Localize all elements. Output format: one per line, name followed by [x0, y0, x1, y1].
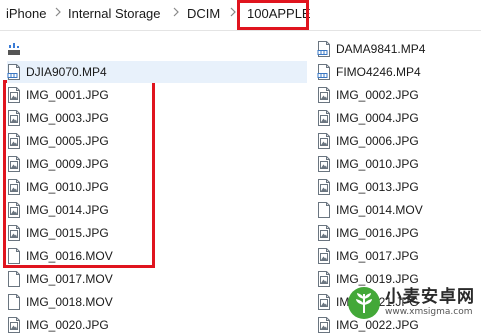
file-item[interactable]: IMG_0020.JPG	[7, 314, 307, 336]
file-item[interactable]: DJIA9070.MP4	[7, 61, 307, 83]
breadcrumb-dcim[interactable]: DCIM	[187, 6, 220, 22]
chevron-right-icon[interactable]	[230, 5, 236, 19]
file-item[interactable]: IMG_0017.MOV	[7, 268, 307, 290]
file-name: IMG_0017.JPG	[336, 249, 419, 263]
file-item[interactable]: DAMA9841.MP4	[317, 38, 475, 60]
file-name: IMG_0019.JPG	[336, 272, 419, 286]
file-item[interactable]: IMG_0014.MOV	[317, 199, 475, 221]
image-file-icon	[318, 294, 330, 310]
image-file-icon	[8, 156, 20, 172]
file-item[interactable]: IMG_0016.JPG	[317, 222, 475, 244]
file-name: IMG_0004.JPG	[336, 111, 419, 125]
blank-file-icon	[8, 248, 20, 264]
image-file-icon	[318, 271, 330, 287]
breadcrumb-iphone[interactable]: iPhone	[6, 6, 46, 22]
file-item[interactable]: IMG_0009.JPG	[7, 153, 307, 175]
file-name: IMG_0017.MOV	[26, 272, 113, 286]
video-file-icon	[317, 64, 330, 80]
file-item[interactable]: IMG_0014.JPG	[7, 199, 307, 221]
file-item[interactable]: IMG_0004.JPG	[317, 107, 475, 129]
image-file-icon	[318, 317, 330, 333]
file-name: IMG_0015.JPG	[26, 226, 109, 240]
image-file-icon	[318, 156, 330, 172]
blank-file-icon	[8, 271, 20, 287]
image-file-icon	[318, 179, 330, 195]
file-item[interactable]: IMG_0001.JPG	[7, 84, 307, 106]
file-name: IMG_0009.JPG	[26, 157, 109, 171]
file-item[interactable]	[7, 38, 307, 60]
file-name: FIMO4246.MP4	[336, 65, 421, 79]
file-name: IMG_0022.JPG	[336, 318, 419, 332]
blank-file-icon	[318, 202, 330, 218]
watermark-text: 小麦安卓网	[385, 287, 475, 307]
file-item[interactable]: IMG_0006.JPG	[317, 130, 475, 152]
video-file-icon	[317, 41, 330, 57]
file-name: IMG_0003.JPG	[26, 111, 109, 125]
file-name: IMG_0010.JPG	[336, 157, 419, 171]
file-name: IMG_0014.MOV	[336, 203, 423, 217]
file-item[interactable]: IMG_0018.MOV	[7, 291, 307, 313]
file-item[interactable]: IMG_0016.MOV	[7, 245, 307, 267]
image-file-icon	[318, 110, 330, 126]
image-file-icon	[318, 225, 330, 241]
device-icon	[8, 43, 20, 55]
file-name: DJIA9070.MP4	[26, 65, 107, 79]
image-file-icon	[8, 87, 20, 103]
blank-file-icon	[8, 294, 20, 310]
image-file-icon	[8, 225, 20, 241]
watermark-url: www.xmsigma.com	[385, 307, 473, 317]
file-item[interactable]: FIMO4246.MP4	[317, 61, 475, 83]
watermark: 小麦安卓网 www.xmsigma.com	[347, 286, 475, 320]
file-item[interactable]: IMG_0005.JPG	[7, 130, 307, 152]
file-item[interactable]: IMG_0010.JPG	[317, 153, 475, 175]
file-item[interactable]: IMG_0017.JPG	[317, 245, 475, 267]
file-name: IMG_0018.MOV	[26, 295, 113, 309]
file-name: IMG_0016.JPG	[336, 226, 419, 240]
image-file-icon	[8, 110, 20, 126]
file-name: IMG_0010.JPG	[26, 180, 109, 194]
file-name: DAMA9841.MP4	[336, 42, 426, 56]
file-name: IMG_0001.JPG	[26, 88, 109, 102]
file-item[interactable]: IMG_0002.JPG	[317, 84, 475, 106]
file-name: IMG_0002.JPG	[336, 88, 419, 102]
file-item[interactable]: IMG_0013.JPG	[317, 176, 475, 198]
image-file-icon	[8, 202, 20, 218]
breadcrumb-internal-storage[interactable]: Internal Storage	[68, 6, 161, 22]
image-file-icon	[318, 133, 330, 149]
image-file-icon	[318, 248, 330, 264]
file-name: IMG_0005.JPG	[26, 134, 109, 148]
video-file-icon	[7, 64, 20, 80]
image-file-icon	[8, 133, 20, 149]
file-name: IMG_0014.JPG	[26, 203, 109, 217]
file-item[interactable]: IMG_0010.JPG	[7, 176, 307, 198]
watermark-logo-icon	[348, 287, 380, 319]
chevron-right-icon[interactable]	[173, 5, 179, 19]
file-name: IMG_0006.JPG	[336, 134, 419, 148]
image-file-icon	[8, 317, 20, 333]
file-name: IMG_0020.JPG	[26, 318, 109, 332]
highlight-box-folder	[237, 0, 309, 30]
image-file-icon	[318, 87, 330, 103]
file-item[interactable]: IMG_0015.JPG	[7, 222, 307, 244]
file-item[interactable]: IMG_0003.JPG	[7, 107, 307, 129]
file-name: IMG_0013.JPG	[336, 180, 419, 194]
image-file-icon	[8, 179, 20, 195]
chevron-right-icon[interactable]	[55, 5, 61, 19]
file-name: IMG_0016.MOV	[26, 249, 113, 263]
